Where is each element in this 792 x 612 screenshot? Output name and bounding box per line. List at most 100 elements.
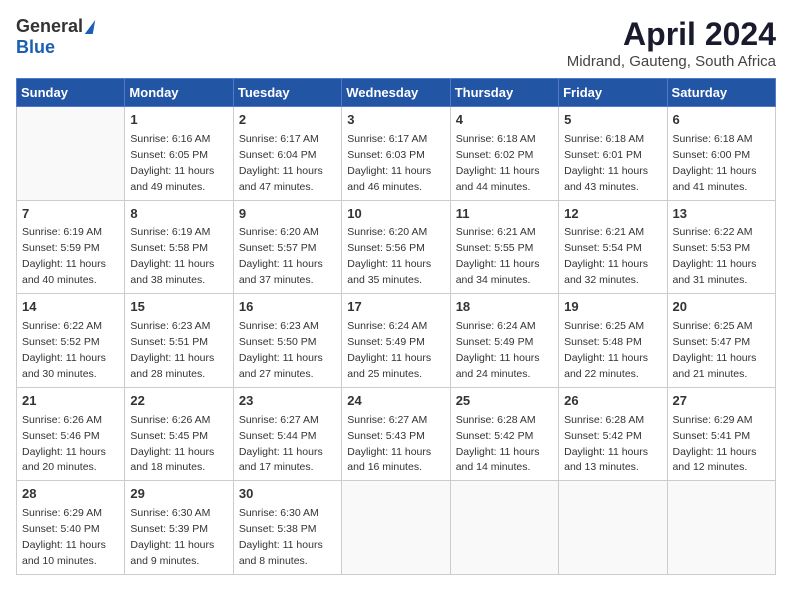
sunrise-text: Sunrise: 6:17 AM	[347, 133, 427, 145]
daylight-text: Daylight: 11 hours and 41 minutes.	[673, 165, 757, 193]
sunrise-text: Sunrise: 6:18 AM	[673, 133, 753, 145]
calendar-cell: 4Sunrise: 6:18 AMSunset: 6:02 PMDaylight…	[450, 107, 558, 201]
sunrise-text: Sunrise: 6:27 AM	[239, 414, 319, 426]
sunset-text: Sunset: 5:39 PM	[130, 523, 208, 535]
sunset-text: Sunset: 5:52 PM	[22, 336, 100, 348]
calendar-cell: 9Sunrise: 6:20 AMSunset: 5:57 PMDaylight…	[233, 200, 341, 294]
day-number: 28	[22, 485, 119, 504]
sunset-text: Sunset: 5:44 PM	[239, 430, 317, 442]
day-number: 8	[130, 205, 227, 224]
calendar-cell: 29 Sunrise: 6:30 AM Sunset: 5:39 PM Dayligh…	[125, 481, 233, 575]
daylight-text: Daylight: 11 hours and 9 minutes.	[130, 539, 214, 567]
weekday-header-tuesday: Tuesday	[233, 79, 341, 107]
sunrise-text: Sunrise: 6:17 AM	[239, 133, 319, 145]
daylight-text: Daylight: 11 hours and 34 minutes.	[456, 258, 540, 286]
day-number: 22	[130, 392, 227, 411]
sunset-text: Sunset: 6:03 PM	[347, 149, 425, 161]
sunrise-text: Sunrise: 6:27 AM	[347, 414, 427, 426]
daylight-text: Daylight: 11 hours and 30 minutes.	[22, 352, 106, 380]
sunrise-text: Sunrise: 6:28 AM	[564, 414, 644, 426]
sunrise-text: Sunrise: 6:28 AM	[456, 414, 536, 426]
calendar-header-row: SundayMondayTuesdayWednesdayThursdayFrid…	[17, 79, 776, 107]
sunset-text: Sunset: 5:58 PM	[130, 242, 208, 254]
sunset-text: Sunset: 5:40 PM	[22, 523, 100, 535]
sunset-text: Sunset: 5:42 PM	[456, 430, 534, 442]
day-number: 19	[564, 298, 661, 317]
day-number: 17	[347, 298, 444, 317]
logo-blue: Blue	[16, 37, 55, 57]
calendar-cell: 16Sunrise: 6:23 AMSunset: 5:50 PMDayligh…	[233, 294, 341, 388]
day-number: 30	[239, 485, 336, 504]
day-number: 3	[347, 111, 444, 130]
calendar-cell: 25Sunrise: 6:28 AMSunset: 5:42 PMDayligh…	[450, 387, 558, 481]
calendar-cell	[17, 107, 125, 201]
day-number: 2	[239, 111, 336, 130]
sunset-text: Sunset: 5:48 PM	[564, 336, 642, 348]
day-number: 9	[239, 205, 336, 224]
logo: General Blue	[16, 16, 94, 58]
day-number: 12	[564, 205, 661, 224]
sunrise-text: Sunrise: 6:30 AM	[130, 507, 210, 519]
sunrise-text: Sunrise: 6:18 AM	[456, 133, 536, 145]
daylight-text: Daylight: 11 hours and 43 minutes.	[564, 165, 648, 193]
daylight-text: Daylight: 11 hours and 12 minutes.	[673, 446, 757, 474]
day-number: 23	[239, 392, 336, 411]
sunrise-text: Sunrise: 6:26 AM	[22, 414, 102, 426]
calendar-cell: 1Sunrise: 6:16 AMSunset: 6:05 PMDaylight…	[125, 107, 233, 201]
calendar-cell: 7Sunrise: 6:19 AMSunset: 5:59 PMDaylight…	[17, 200, 125, 294]
calendar-week-1: 1Sunrise: 6:16 AMSunset: 6:05 PMDaylight…	[17, 107, 776, 201]
calendar-cell: 18Sunrise: 6:24 AMSunset: 5:49 PMDayligh…	[450, 294, 558, 388]
logo-triangle-icon	[85, 20, 95, 34]
sunset-text: Sunset: 5:49 PM	[456, 336, 534, 348]
daylight-text: Daylight: 11 hours and 32 minutes.	[564, 258, 648, 286]
sunset-text: Sunset: 5:53 PM	[673, 242, 751, 254]
day-number: 1	[130, 111, 227, 130]
weekday-header-monday: Monday	[125, 79, 233, 107]
daylight-text: Daylight: 11 hours and 21 minutes.	[673, 352, 757, 380]
calendar-cell: 17Sunrise: 6:24 AMSunset: 5:49 PMDayligh…	[342, 294, 450, 388]
daylight-text: Daylight: 11 hours and 20 minutes.	[22, 446, 106, 474]
daylight-text: Daylight: 11 hours and 14 minutes.	[456, 446, 540, 474]
sunrise-text: Sunrise: 6:20 AM	[347, 226, 427, 238]
sunset-text: Sunset: 5:42 PM	[564, 430, 642, 442]
sunrise-text: Sunrise: 6:29 AM	[22, 507, 102, 519]
calendar-cell	[450, 481, 558, 575]
sunset-text: Sunset: 5:57 PM	[239, 242, 317, 254]
daylight-text: Daylight: 11 hours and 8 minutes.	[239, 539, 323, 567]
calendar-cell: 24Sunrise: 6:27 AMSunset: 5:43 PMDayligh…	[342, 387, 450, 481]
sunset-text: Sunset: 6:01 PM	[564, 149, 642, 161]
calendar-cell: 22Sunrise: 6:26 AMSunset: 5:45 PMDayligh…	[125, 387, 233, 481]
calendar-cell: 23Sunrise: 6:27 AMSunset: 5:44 PMDayligh…	[233, 387, 341, 481]
weekday-header-wednesday: Wednesday	[342, 79, 450, 107]
daylight-text: Daylight: 11 hours and 28 minutes.	[130, 352, 214, 380]
logo-general: General	[16, 16, 83, 37]
sunrise-text: Sunrise: 6:16 AM	[130, 133, 210, 145]
weekday-header-saturday: Saturday	[667, 79, 775, 107]
sunrise-text: Sunrise: 6:23 AM	[130, 320, 210, 332]
calendar-week-5: 28 Sunrise: 6:29 AM Sunset: 5:40 PM Dayligh…	[17, 481, 776, 575]
sunset-text: Sunset: 5:49 PM	[347, 336, 425, 348]
sunset-text: Sunset: 5:38 PM	[239, 523, 317, 535]
daylight-text: Daylight: 11 hours and 49 minutes.	[130, 165, 214, 193]
calendar-cell	[559, 481, 667, 575]
calendar-cell: 10Sunrise: 6:20 AMSunset: 5:56 PMDayligh…	[342, 200, 450, 294]
daylight-text: Daylight: 11 hours and 38 minutes.	[130, 258, 214, 286]
day-number: 21	[22, 392, 119, 411]
weekday-header-friday: Friday	[559, 79, 667, 107]
day-number: 29	[130, 485, 227, 504]
day-number: 14	[22, 298, 119, 317]
day-number: 16	[239, 298, 336, 317]
calendar-cell	[667, 481, 775, 575]
calendar-cell: 14Sunrise: 6:22 AMSunset: 5:52 PMDayligh…	[17, 294, 125, 388]
title-block: April 2024 Midrand, Gauteng, South Afric…	[567, 16, 776, 70]
sunrise-text: Sunrise: 6:29 AM	[673, 414, 753, 426]
calendar-cell: 21Sunrise: 6:26 AMSunset: 5:46 PMDayligh…	[17, 387, 125, 481]
daylight-text: Daylight: 11 hours and 22 minutes.	[564, 352, 648, 380]
sunset-text: Sunset: 5:50 PM	[239, 336, 317, 348]
day-number: 20	[673, 298, 770, 317]
sunset-text: Sunset: 5:54 PM	[564, 242, 642, 254]
sunrise-text: Sunrise: 6:20 AM	[239, 226, 319, 238]
day-number: 5	[564, 111, 661, 130]
calendar-cell: 20Sunrise: 6:25 AMSunset: 5:47 PMDayligh…	[667, 294, 775, 388]
calendar-cell: 11Sunrise: 6:21 AMSunset: 5:55 PMDayligh…	[450, 200, 558, 294]
